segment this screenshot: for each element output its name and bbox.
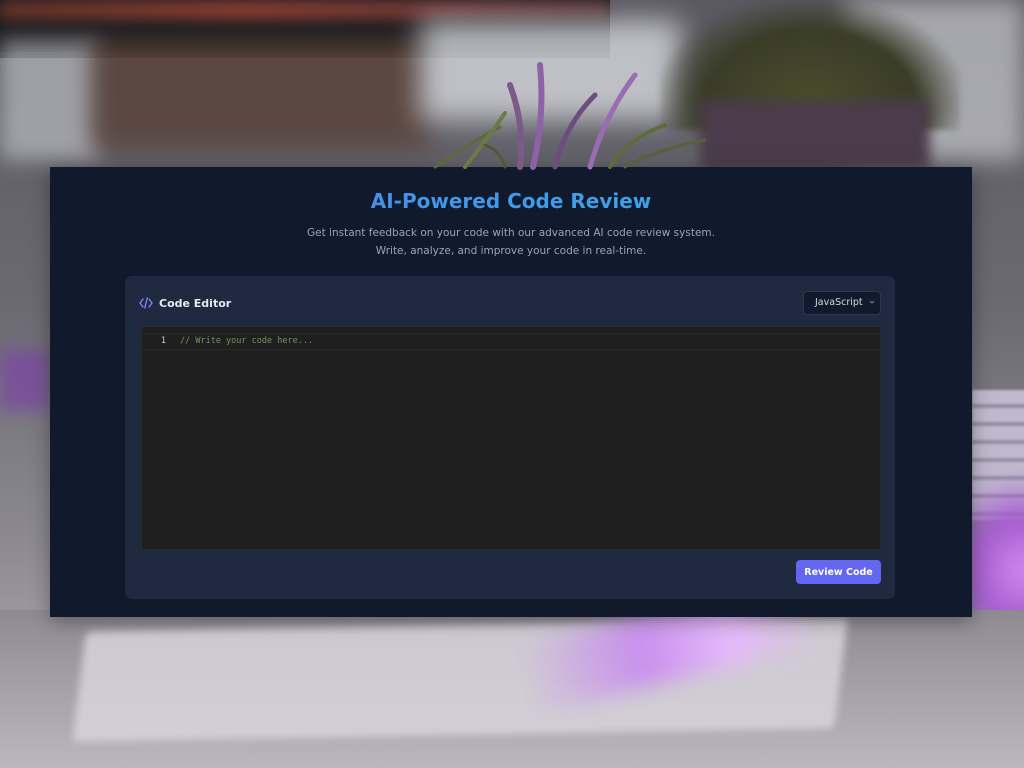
plant-leaf: [587, 72, 638, 170]
background-monitor-glow: [0, 0, 610, 20]
review-code-button[interactable]: Review Code: [796, 560, 881, 584]
code-editor[interactable]: 1 // Write your code here...: [141, 326, 881, 550]
editor-line[interactable]: 1 // Write your code here...: [142, 333, 880, 350]
line-number: 1: [160, 336, 166, 346]
background-wall-left: [0, 40, 100, 160]
plant-leaf: [483, 143, 507, 169]
background-shelf: [90, 40, 430, 150]
code-editor-card: Code Editor JavaScript 1 // Write your c…: [125, 276, 895, 599]
plant-leaf: [530, 62, 545, 170]
chevron-down-icon: [869, 300, 875, 304]
plant-leaf: [552, 92, 598, 170]
code-brackets-icon: [139, 297, 153, 309]
plant-leaf: [507, 82, 525, 170]
page-subtitle: Get instant feedback on your code with o…: [307, 227, 715, 257]
language-select[interactable]: JavaScript: [803, 291, 881, 315]
card-title: Code Editor: [159, 296, 232, 310]
background-purple-glow-left: [0, 350, 50, 410]
code-comment: // Write your code here...: [180, 336, 314, 346]
plant-leaves: [433, 62, 707, 170]
plant-leaf: [623, 138, 707, 169]
card-header: Code Editor: [139, 296, 231, 310]
page-title: AI-Powered Code Review: [50, 189, 972, 213]
language-select-value: JavaScript: [815, 297, 863, 308]
app-panel: AI-Powered Code Review Get instant feedb…: [50, 167, 972, 617]
plant-leaf: [463, 111, 507, 169]
